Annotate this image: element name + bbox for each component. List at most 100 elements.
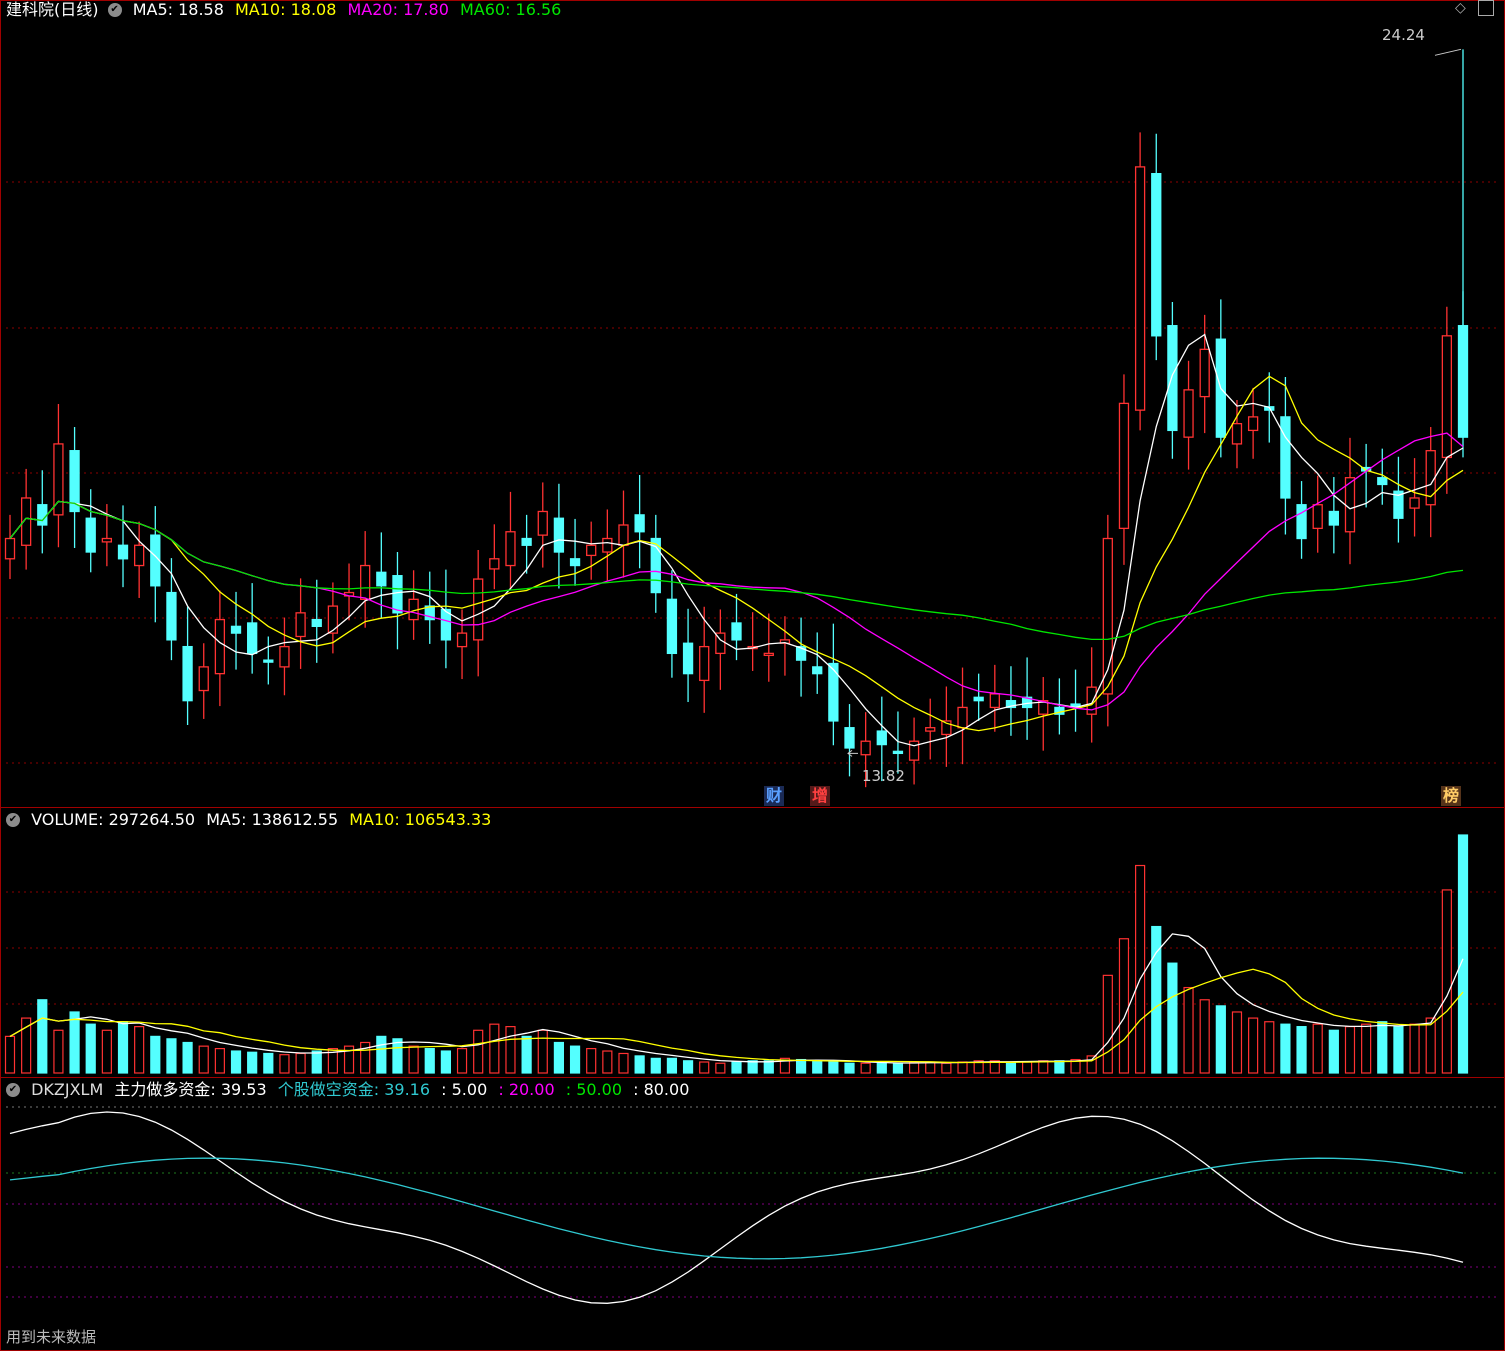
candle-body [214, 618, 226, 675]
volume-bar [1199, 999, 1210, 1074]
candle-body [37, 504, 48, 526]
candle-body [1280, 416, 1291, 499]
volume-bar [925, 1061, 936, 1074]
volume-bar [134, 1026, 145, 1074]
volume-bar [892, 1062, 904, 1074]
volume-bar [876, 1062, 887, 1074]
candle-body [1328, 510, 1339, 526]
candle-body [198, 666, 209, 692]
volume-bar [1231, 1011, 1243, 1074]
candle-body [1231, 422, 1243, 445]
volume-bar [1296, 1026, 1307, 1074]
candle-body [166, 591, 177, 641]
volume-bar [4, 1035, 16, 1074]
volume-bar [844, 1062, 855, 1074]
volume-bar [699, 1061, 710, 1074]
volume-bar [69, 1011, 80, 1074]
candle-body [376, 571, 387, 587]
volume-bar [311, 1050, 322, 1074]
volume-bar [731, 1061, 742, 1074]
volume-bar [650, 1057, 661, 1074]
candle-body [1457, 325, 1469, 438]
badge-ranking[interactable]: 榜 [1441, 786, 1461, 806]
candle-body [247, 622, 258, 655]
volume-bar [666, 1057, 678, 1074]
candle-body [456, 632, 468, 648]
volume-bar [21, 1017, 32, 1074]
candle-body [1183, 389, 1194, 438]
volume-bar [1183, 986, 1194, 1074]
candle-body [844, 727, 855, 749]
volume-bar [1280, 1023, 1291, 1074]
volume-ma5-line [9, 933, 1464, 1064]
stock-chart-canvas[interactable] [0, 0, 1505, 1351]
volume-bar [1054, 1060, 1065, 1074]
volume-bar [392, 1038, 403, 1074]
volume-bar [682, 1060, 694, 1074]
volume-bar [489, 1023, 500, 1074]
candle-body [731, 622, 742, 641]
candle-body [618, 524, 629, 546]
volume-bar [795, 1058, 807, 1074]
volume-bar [763, 1060, 774, 1074]
candle-body [1296, 504, 1307, 540]
volume-bar [634, 1055, 645, 1074]
candle-body [957, 706, 968, 729]
volume-bar [715, 1062, 726, 1074]
volume-bar [440, 1050, 451, 1074]
candle-body [505, 531, 516, 567]
candle-body [602, 537, 613, 553]
low-price-label: 13.82 [862, 767, 905, 785]
candle-body [85, 517, 96, 553]
candle-body [908, 740, 920, 761]
volume-bar [182, 1041, 193, 1074]
candle-body [1441, 335, 1453, 459]
candle-body [392, 575, 403, 614]
candle-body [1377, 477, 1388, 486]
volume-bar [941, 1062, 952, 1074]
volume-bar [376, 1035, 387, 1074]
candle-body [489, 558, 500, 570]
volume-bar [1248, 1017, 1259, 1074]
volume-bar [957, 1061, 968, 1074]
volume-bar [553, 1041, 565, 1074]
candle-body [263, 659, 274, 663]
candle-body [989, 693, 1000, 709]
footer-note: 用到未来数据 [6, 1328, 97, 1346]
volume-bar [908, 1061, 920, 1074]
volume-bar [812, 1060, 823, 1074]
volume-bar [1135, 864, 1146, 1074]
candle-body [569, 558, 581, 567]
volume-ma10-line [9, 968, 1464, 1064]
volume-bar [424, 1047, 435, 1074]
volume-bar [1215, 1005, 1226, 1074]
candle-body [327, 605, 339, 634]
candle-body [634, 514, 645, 533]
candle-body [925, 727, 936, 732]
candle-body [295, 612, 306, 638]
candle-body [1167, 325, 1178, 432]
candle-body [699, 645, 710, 682]
candle-body [1199, 348, 1210, 398]
volume-bar [263, 1052, 274, 1074]
badge-finance[interactable]: 财 [764, 786, 784, 806]
volume-bar [602, 1050, 613, 1074]
candle-body [1247, 416, 1259, 432]
volume-bar [408, 1045, 419, 1074]
candle-body [4, 537, 16, 560]
high-arrow [1434, 48, 1462, 56]
long-funds-line [9, 1111, 1464, 1304]
volume-bar [1441, 889, 1452, 1074]
candle-body [182, 645, 193, 702]
candle-body [101, 537, 113, 543]
volume-bar [1393, 1026, 1404, 1074]
candle-body [553, 517, 565, 553]
volume-bar [198, 1045, 209, 1074]
candle-body [828, 662, 839, 722]
volume-bar [214, 1047, 225, 1074]
volume-bar [1457, 834, 1469, 1074]
candle-body [1151, 172, 1162, 337]
volume-bar [521, 1035, 532, 1074]
badge-increase[interactable]: 增 [810, 786, 830, 806]
volume-bar [1409, 1023, 1420, 1074]
